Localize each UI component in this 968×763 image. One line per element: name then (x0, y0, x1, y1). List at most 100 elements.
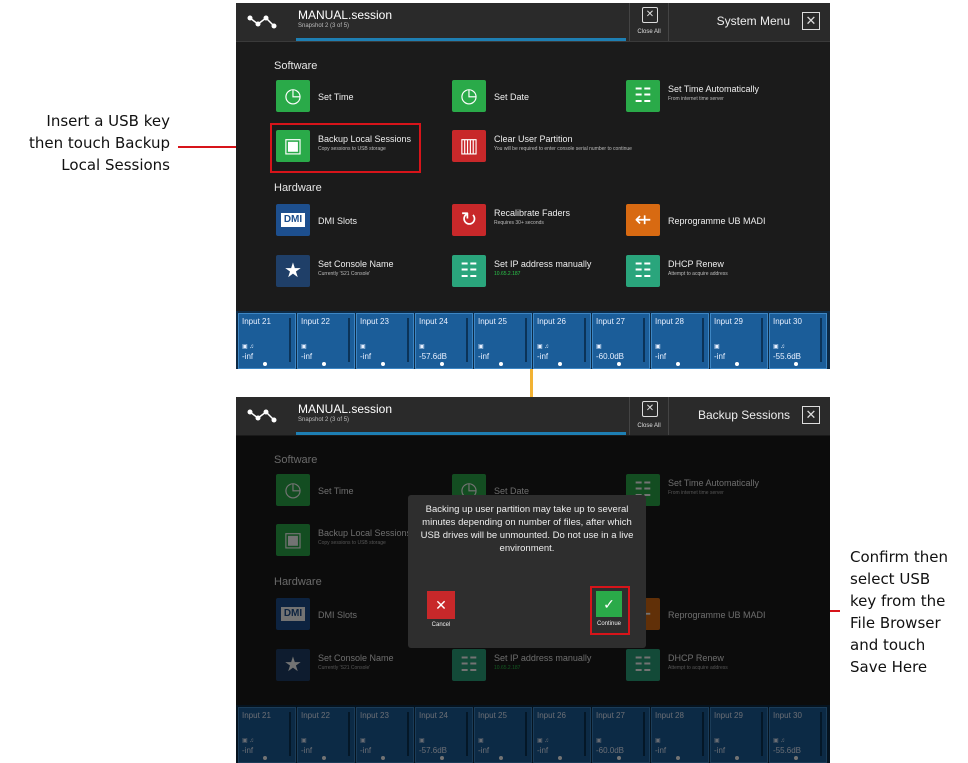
item-title: Reprogramme UB MADI (668, 216, 766, 226)
channel-input-21[interactable]: Input 21 ▣ ♫ -inf (238, 313, 296, 369)
item-title: Clear User Partition (494, 134, 573, 144)
fader-track (584, 318, 586, 362)
callout-confirm-instructions: Confirm then select USB key from the Fil… (850, 546, 948, 678)
dmi-icon: DMI (276, 204, 310, 236)
section-software: Software (274, 60, 318, 72)
channel-strip: Input 21 ▣ ♫ -inf Input 22 ▣ -inf Input 23 ▣ -… (236, 311, 830, 369)
channel-input-28[interactable]: Input 28 ▣ -inf (651, 313, 709, 369)
channel-level: -60.0dB (596, 352, 625, 361)
channel-name: Input 22 (301, 317, 330, 326)
item-title: Set Time (318, 92, 354, 102)
fader-dot (322, 362, 326, 366)
close-all-button[interactable]: ✕ Close All (629, 397, 669, 435)
channel-input-27[interactable]: Input 27 ▣ -60.0dB (592, 313, 650, 369)
snapshot-info: Snapshot 2 (3 of 5) (298, 23, 350, 29)
channel-status-icon: ▣ (714, 344, 720, 350)
fader-track (761, 318, 763, 362)
channel-level: -57.6dB (419, 352, 448, 361)
fader-track (820, 318, 822, 362)
session-name[interactable]: MANUAL.session (298, 8, 392, 22)
item-title: Set Time Automatically (668, 84, 760, 94)
item-title: Set Date (494, 92, 530, 102)
session-name[interactable]: MANUAL.session (298, 402, 392, 416)
item-subtitle: Currently 'S21 Console' (318, 271, 371, 277)
channel-level: -inf (242, 352, 254, 361)
fader-track (643, 318, 645, 362)
close-menu-button[interactable]: ✕ (802, 12, 820, 30)
logo-icon[interactable] (246, 406, 278, 426)
highlight-continue (590, 586, 630, 635)
callout-line: Confirm then (850, 548, 949, 566)
close-all-label: Close All (637, 29, 661, 35)
channel-level: -inf (714, 352, 726, 361)
channel-input-22[interactable]: Input 22 ▣ -inf (297, 313, 355, 369)
channel-level: -inf (360, 352, 372, 361)
channel-level: -inf (478, 352, 490, 361)
channel-input-24[interactable]: Input 24 ▣ -57.6dB (415, 313, 473, 369)
close-menu-button[interactable]: ✕ (802, 406, 820, 424)
callout-line: Local Sessions (61, 156, 170, 174)
section-hardware: Hardware (274, 182, 322, 194)
item-title: Recalibrate Faders (494, 208, 571, 218)
channel-status-icon: ▣ (419, 344, 425, 350)
fader-dot (617, 362, 621, 366)
item-subtitle: Attempt to acquire address (668, 271, 728, 277)
channel-input-30[interactable]: Input 30 ▣ ♫ -55.6dB (769, 313, 827, 369)
channel-level: -inf (655, 352, 667, 361)
channel-input-23[interactable]: Input 23 ▣ -inf (356, 313, 414, 369)
top-bar: MANUAL.session Snapshot 2 (3 of 5) ✕ Clo… (236, 397, 830, 436)
fader-dot (794, 362, 798, 366)
logo-icon[interactable] (246, 12, 278, 32)
network-icon: ☷ (626, 80, 660, 112)
menu-title: Backup Sessions (697, 408, 790, 422)
channel-name: Input 27 (596, 317, 625, 326)
item-subtitle: 10.65.2.187 (494, 271, 521, 277)
callout-line: and touch (850, 636, 926, 654)
system-menu-screen: MANUAL.session Snapshot 2 (3 of 5) ✕ Clo… (236, 3, 830, 369)
fader-dot (263, 362, 267, 366)
item-title: DHCP Renew (668, 259, 724, 269)
item-subtitle: From internet time server (668, 96, 724, 102)
top-bar: MANUAL.session Snapshot 2 (3 of 5) ✕ Clo… (236, 3, 830, 42)
fader-dot (735, 362, 739, 366)
channel-input-26[interactable]: Input 26 ▣ ♫ -inf (533, 313, 591, 369)
callout-line: Insert a USB key (46, 112, 170, 130)
dialog-message: Backing up user partition may take up to… (420, 504, 634, 554)
item-title: Set Console Name (318, 259, 394, 269)
channel-status-icon: ▣ (655, 344, 661, 350)
highlight-backup (270, 123, 421, 173)
fader-dot (440, 362, 444, 366)
fader-dot (676, 362, 680, 366)
cancel-label: Cancel (431, 622, 451, 628)
channel-name: Input 21 (242, 317, 271, 326)
channel-name: Input 23 (360, 317, 389, 326)
close-all-button[interactable]: ✕ Close All (629, 3, 669, 41)
session-progress-bar (296, 38, 626, 41)
channel-status-icon: ▣ ♫ (537, 344, 549, 350)
cancel-button[interactable]: ✕ (427, 591, 455, 619)
refresh-icon: ↻ (452, 204, 486, 236)
item-title: Set IP address manually (494, 259, 592, 269)
callout-backup-instructions: Insert a USB key then touch Backup Local… (29, 110, 170, 176)
channel-status-icon: ▣ ♫ (773, 344, 785, 350)
usb-icon: ⇷ (626, 204, 660, 236)
channel-input-25[interactable]: Input 25 ▣ -inf (474, 313, 532, 369)
callout-line: key from the (850, 592, 946, 610)
trash-icon: ▥ (452, 130, 486, 162)
channel-name: Input 26 (537, 317, 566, 326)
close-all-icon: ✕ (642, 401, 658, 417)
item-title: DMI Slots (318, 216, 358, 226)
callout-line: Save Here (850, 658, 928, 676)
channel-input-29[interactable]: Input 29 ▣ -inf (710, 313, 768, 369)
snapshot-info: Snapshot 2 (3 of 5) (298, 417, 350, 423)
item-subtitle: You will be required to enter console se… (494, 146, 632, 152)
fader-track (702, 318, 704, 362)
channel-level: -inf (537, 352, 549, 361)
clock-icon: ◷ (452, 80, 486, 112)
fader-track (466, 318, 468, 362)
channel-name: Input 24 (419, 317, 448, 326)
callout-line: File Browser (850, 614, 941, 632)
channel-status-icon: ▣ (360, 344, 366, 350)
backup-sessions-screen: MANUAL.session Snapshot 2 (3 of 5) ✕ Clo… (236, 397, 830, 763)
channel-status-icon: ▣ (478, 344, 484, 350)
